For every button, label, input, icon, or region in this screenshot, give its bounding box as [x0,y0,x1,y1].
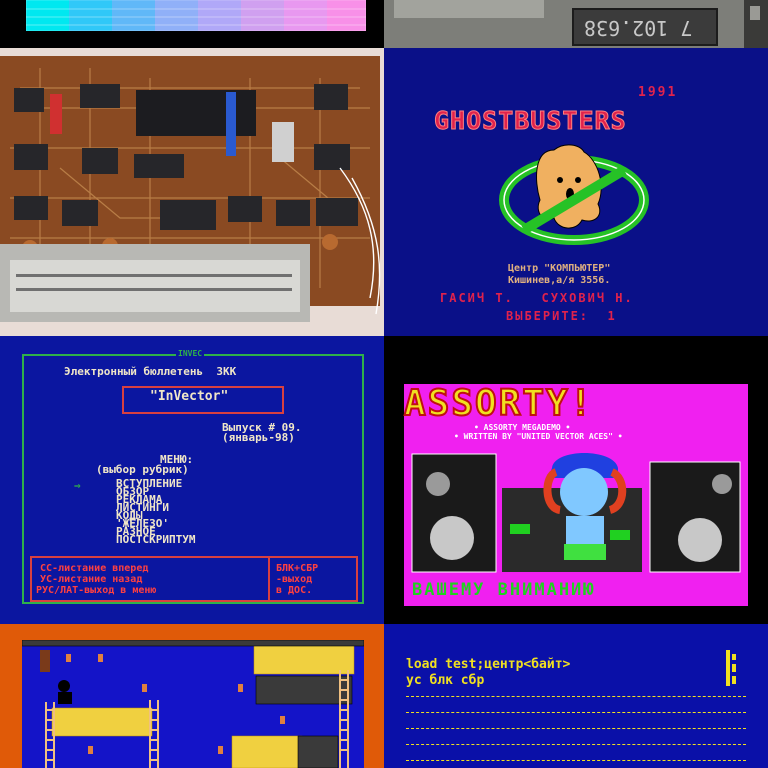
command-line-screen: load test;центр<байт> ус блк сбр [384,624,768,768]
authors-line: ГАСИЧ Т. СУХОВИЧ Н. [440,291,634,305]
demo-subtitle: • ASSORTY MEGADEMO • [474,423,571,432]
invector-bulletin-screen: INVEC Электронный бюллетень ЗКК "InVecto… [0,336,384,624]
load-command[interactable]: load test;центр<байт> [406,658,570,671]
help-exit-keys: БЛК+СБР [276,563,319,574]
publisher-address: Кишинев,а/я 3556. [508,275,611,286]
platform-game-screen [0,624,384,768]
publisher-line: Центр "КОМПЬЮТЕР" [508,263,611,274]
demo-title: ASSORTY! [403,383,594,424]
magazine-logo: "InVector" [150,389,229,404]
demo-credits: • WRITTEN BY "UNITED VECTOR ACES" • [454,432,623,441]
palette-gradient [26,0,366,31]
help-page-forward: СС-листание вперед [40,563,149,574]
editor-lines [406,696,746,768]
issue-date: (январь-98) [222,431,295,444]
assorty-demo-screen: ASSORTY! • ASSORTY MEGADEMO • • WRITTEN … [384,336,768,624]
key-hint-line: ус блк сбр [406,673,485,688]
demo-welcome-banner: ВАШЕМУ ВНИМАНИЮ [412,580,596,600]
help-bar-divider [268,556,270,600]
help-exit-menu: РУС/ЛАТ-выход в меню [36,585,157,596]
pcb-photo-panel [0,48,384,336]
menu-cursor-arrow-icon: ⇒ [74,479,81,492]
choice-prompt[interactable]: ВЫБЕРИТЕ: 1 [506,310,617,322]
editor-line [406,712,746,728]
chip-marking: 7 102.638 [584,16,693,40]
help-exit-target: в ДОС. [276,585,313,596]
menu-list: ВСТУПЛЕНИЕ ОБЗОР РЕКЛАМА ЛИСТИНГИ КОДЫ '… [116,478,195,545]
chip-photo-panel: 7 102.638 [384,0,768,48]
help-exit-label: -выход [276,574,313,585]
help-page-back: УС-листание назад [40,574,143,585]
game-title: GHOSTBUSTERS [434,106,627,135]
game-arena [21,639,365,768]
pcb-board-illustration [0,48,384,336]
editor-line [406,728,746,744]
game-level-illustration [21,639,365,768]
menu-item-postscript[interactable]: ПОСТСКРИПТУМ [116,534,195,545]
palette-strip-panel [0,0,384,48]
editor-line [406,744,746,760]
bulletin-title: Электронный бюллетень ЗКК [64,365,237,378]
ghostbusters-title-screen: 1991 GHOSTBUSTERS Центр "КОМПЬЮТЕР" Киши… [384,48,768,336]
editor-line [406,760,746,768]
side-glyph-icon [726,650,736,686]
no-ghost-logo-icon [499,144,649,245]
editor-line [406,696,746,712]
bulletin-header-tag: INVEC [176,349,205,358]
menu-subtitle: (выбор рубрик) [96,463,189,476]
chip-package: 7 102.638 [572,8,718,46]
speakers-character-illustration [411,453,741,573]
release-year: 1991 [638,85,678,100]
